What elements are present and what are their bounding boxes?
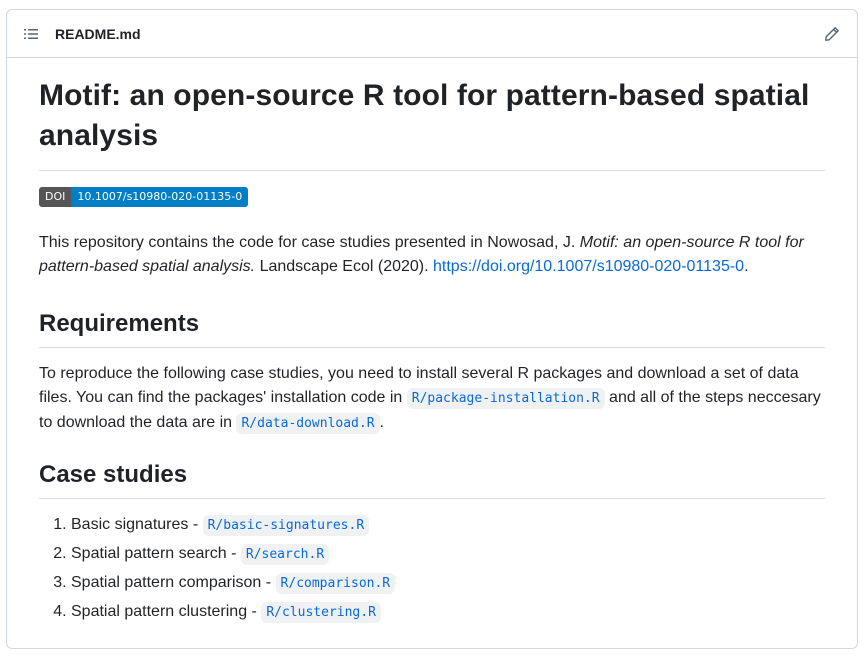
- requirements-paragraph: To reproduce the following case studies,…: [39, 362, 825, 436]
- intro-end: .: [744, 258, 749, 275]
- data-download-link[interactable]: R/data-download.R: [236, 413, 380, 434]
- intro-text: This repository contains the code for ca…: [39, 234, 580, 251]
- package-installation-code: R/package-installation.R: [406, 388, 605, 409]
- file-name: README.md: [55, 25, 141, 42]
- case-study-link[interactable]: R/clustering.R: [261, 602, 381, 623]
- intro-paragraph: This repository contains the code for ca…: [39, 231, 825, 279]
- requirements-heading: Requirements: [39, 309, 825, 348]
- package-installation-link[interactable]: R/package-installation.R: [406, 388, 605, 409]
- case-study-file: R/search.R: [240, 544, 330, 565]
- case-study-label: Spatial pattern comparison -: [71, 574, 276, 591]
- readme-header: README.md: [7, 10, 857, 58]
- case-study-file: R/comparison.R: [275, 573, 396, 594]
- doi-badge[interactable]: DOI 10.1007/s10980-020-01135-0: [39, 187, 249, 207]
- list-item: Spatial pattern clustering - R/clusterin…: [71, 600, 825, 625]
- doi-badge-value: 10.1007/s10980-020-01135-0: [71, 187, 249, 207]
- case-studies-list: Basic signatures - R/basic-signatures.R …: [39, 513, 825, 625]
- case-study-label: Spatial pattern clustering -: [71, 603, 262, 620]
- list-item: Spatial pattern comparison - R/compariso…: [71, 571, 825, 596]
- list-item: Spatial pattern search - R/search.R: [71, 542, 825, 567]
- edit-file-button[interactable]: [823, 25, 841, 43]
- case-study-link[interactable]: R/search.R: [240, 544, 330, 565]
- doi-badge-label: DOI: [39, 187, 72, 207]
- case-study-link[interactable]: R/comparison.R: [275, 573, 396, 594]
- readme-content: Motif: an open-source R tool for pattern…: [7, 58, 857, 625]
- doi-link[interactable]: https://doi.org/10.1007/s10980-020-01135…: [433, 258, 744, 275]
- readme-box: README.md Motif: an open-source R tool f…: [6, 9, 858, 649]
- requirements-text-3: .: [379, 414, 384, 431]
- intro-journal: Landscape Ecol (2020).: [255, 258, 434, 275]
- list-item: Basic signatures - R/basic-signatures.R: [71, 513, 825, 538]
- pencil-icon: [825, 26, 839, 41]
- case-studies-heading: Case studies: [39, 460, 825, 499]
- data-download-code: R/data-download.R: [236, 413, 380, 434]
- page-title: Motif: an open-source R tool for pattern…: [39, 76, 825, 171]
- list-unordered-icon[interactable]: [23, 26, 39, 42]
- case-study-label: Basic signatures -: [71, 516, 203, 533]
- case-study-file: R/clustering.R: [261, 602, 381, 623]
- case-study-link[interactable]: R/basic-signatures.R: [202, 515, 370, 536]
- case-study-label: Spatial pattern search -: [71, 545, 241, 562]
- case-study-file: R/basic-signatures.R: [202, 515, 370, 536]
